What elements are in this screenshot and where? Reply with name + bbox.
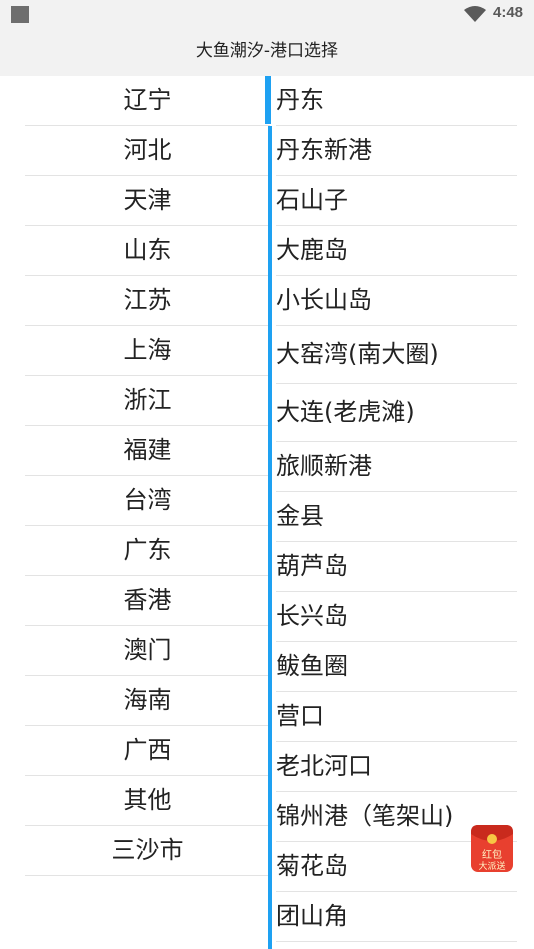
port-item[interactable]: 团山角 <box>276 892 517 942</box>
port-item[interactable]: 营口 <box>276 692 517 742</box>
province-item[interactable]: 香港 <box>25 576 270 626</box>
port-item[interactable]: 葫芦岛 <box>276 542 517 592</box>
port-item[interactable]: 旅顺新港 <box>276 442 517 492</box>
province-item[interactable]: 浙江 <box>25 376 270 426</box>
province-item[interactable]: 福建 <box>25 426 270 476</box>
province-item[interactable]: 山东 <box>25 226 270 276</box>
port-item[interactable]: 大鹿岛 <box>276 226 517 276</box>
app-bar: 大鱼潮汐-港口选择 <box>0 28 534 76</box>
status-time: 4:48 <box>493 4 524 21</box>
province-item[interactable]: 上海 <box>25 326 270 376</box>
province-item[interactable]: 广西 <box>25 726 270 776</box>
province-item[interactable]: 三沙市 <box>25 826 270 876</box>
notification-icon <box>11 6 29 23</box>
list-divider <box>268 126 272 949</box>
red-packet-text-1: 红包 <box>482 848 502 861</box>
province-item[interactable]: 澳门 <box>25 626 270 676</box>
province-item[interactable]: 天津 <box>25 176 270 226</box>
province-item[interactable]: 海南 <box>25 676 270 726</box>
red-packet-icon[interactable]: 红包 大派送 <box>469 822 515 874</box>
status-bar: 4:48 <box>0 0 534 28</box>
port-item[interactable]: 小长山岛 <box>276 276 517 326</box>
page-title: 大鱼潮汐-港口选择 <box>195 41 339 61</box>
port-item[interactable]: 丹东 <box>276 76 517 126</box>
port-item[interactable]: 金县 <box>276 492 517 542</box>
province-item[interactable]: 辽宁 <box>25 76 270 126</box>
port-item[interactable]: 长兴岛 <box>276 592 517 642</box>
province-item[interactable]: 江苏 <box>25 276 270 326</box>
port-item[interactable]: 大窑湾(南大圈) <box>276 326 517 384</box>
port-item[interactable]: 鲅鱼圈 <box>276 642 517 692</box>
wifi-icon <box>464 6 486 22</box>
province-item[interactable]: 河北 <box>25 126 270 176</box>
port-item[interactable]: 老北河口 <box>276 742 517 792</box>
province-list[interactable]: 辽宁 河北 天津 山东 江苏 上海 浙江 福建 台湾 广东 香港 澳门 海南 广西 其他 三沙市 <box>0 76 270 949</box>
selected-indicator <box>265 76 271 124</box>
port-item[interactable]: 石山子 <box>276 176 517 226</box>
port-item[interactable]: 丹东新港 <box>276 126 517 176</box>
province-item[interactable]: 台湾 <box>25 476 270 526</box>
province-item[interactable]: 广东 <box>25 526 270 576</box>
province-item[interactable]: 其他 <box>25 776 270 826</box>
port-item[interactable]: 大连(老虎滩) <box>276 384 517 442</box>
red-packet-text-2: 大派送 <box>478 860 505 872</box>
